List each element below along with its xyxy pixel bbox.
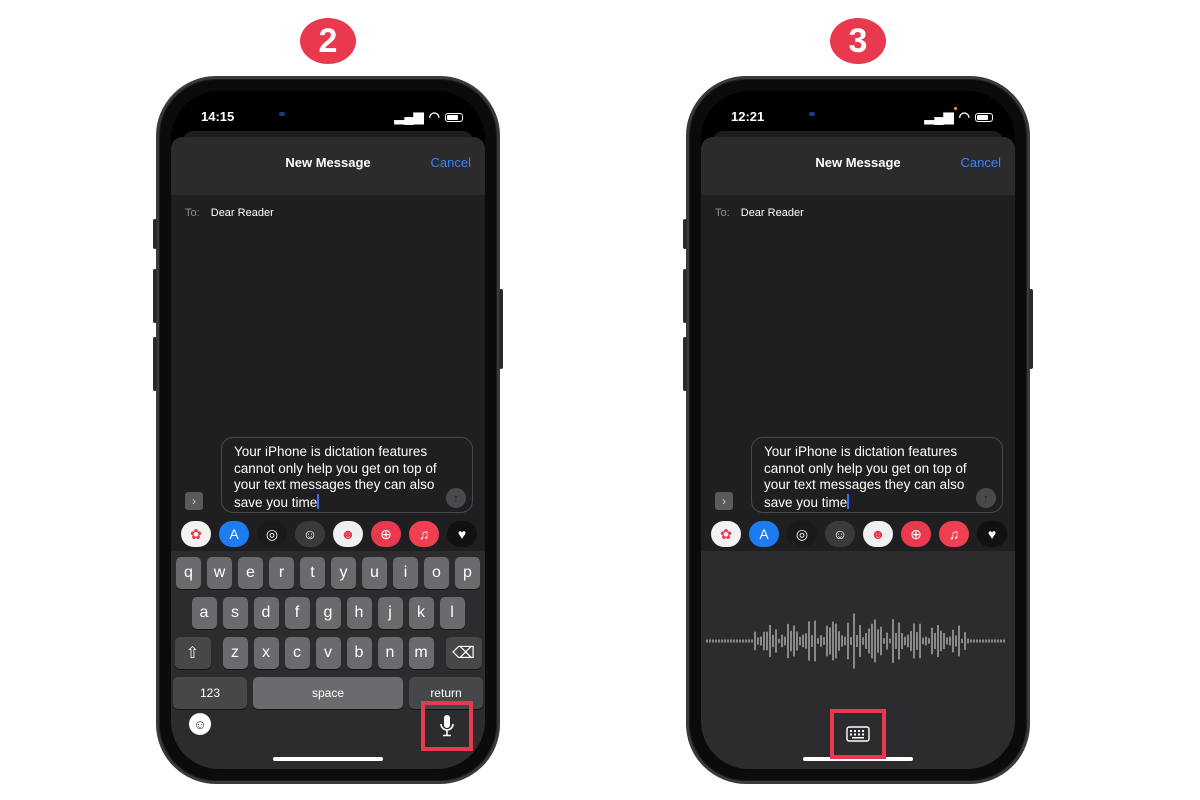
message-input[interactable]: Your iPhone is dictation features cannot… [221,437,473,513]
clock: 14:15 [201,109,235,124]
home-indicator [273,757,383,761]
key-u[interactable]: u [362,557,387,589]
key-q[interactable]: q [176,557,201,589]
expand-apps-button[interactable]: › [185,492,203,510]
key-e[interactable]: e [238,557,263,589]
key-p[interactable]: p [455,557,480,589]
key-z[interactable]: z [222,637,248,669]
delete-key[interactable]: ⌫ [445,637,482,669]
dictation-mic-button[interactable] [421,701,473,751]
app-activity-icon[interactable]: ◎ [787,521,817,547]
phone-step-2: 14:15 ▂▄▆ ◠ New Message Cancel To: Dear … [153,76,503,784]
key-a[interactable]: a [191,597,217,629]
status-bar: 14:15 ▂▄▆ ◠ [171,103,485,127]
battery-icon [445,112,463,122]
show-keyboard-button[interactable] [830,709,886,759]
new-message-sheet: New Message Cancel To: Dear Reader › You… [171,137,485,769]
key-i[interactable]: i [393,557,418,589]
app-strip: ✿ A ◎ ☺ ☻ ⊕ ♫ ♥ [701,521,1015,551]
step-badge-2: 2 [300,18,356,64]
signal-icon: ▂▄▆ [394,109,424,124]
key-l[interactable]: l [439,597,465,629]
nav-bar: New Message Cancel [701,137,1015,195]
cancel-button[interactable]: Cancel [431,155,471,170]
app-photos-icon[interactable]: ✿ [711,521,741,547]
phone-step-3: 12:21 ▂▄▆ ◠ New Message Cancel To: Dear … [683,76,1033,784]
emoji-button[interactable]: ☺ [189,713,211,735]
wifi-icon: ◠ [428,109,440,124]
to-label: To: [185,207,200,219]
key-d[interactable]: d [253,597,279,629]
screen: 14:15 ▂▄▆ ◠ New Message Cancel To: Dear … [171,91,485,769]
key-h[interactable]: h [346,597,372,629]
app-digital-touch-icon[interactable]: ♥ [447,521,477,547]
keyboard-icon [846,726,870,742]
app-music-icon[interactable]: ♫ [409,521,439,547]
app-digital-touch-icon[interactable]: ♥ [977,521,1007,547]
app-memoji-icon[interactable]: ☺ [825,521,855,547]
key-r[interactable]: r [269,557,294,589]
new-message-sheet: New Message Cancel To: Dear Reader › You… [701,137,1015,769]
app-activity-icon[interactable]: ◎ [257,521,287,547]
send-button[interactable]: ↑ [976,488,996,508]
signal-icon: ▂▄▆ [924,109,954,124]
arrow-up-icon: ↑ [983,490,989,505]
clock: 12:21 [731,109,765,124]
battery-icon [975,112,993,122]
key-b[interactable]: b [346,637,372,669]
key-s[interactable]: s [222,597,248,629]
shift-key[interactable]: ⇧ [174,637,211,669]
keyboard: qwertyuiop asdfghjkl ⇧ zxcvbnm ⌫ 123 spa… [171,551,485,769]
arrow-up-icon: ↑ [453,490,459,505]
app-strip: ✿ A ◎ ☺ ☻ ⊕ ♫ ♥ [171,521,485,551]
expand-apps-button[interactable]: › [715,492,733,510]
key-o[interactable]: o [424,557,449,589]
app-animoji-icon[interactable]: ☻ [863,521,893,547]
key-n[interactable]: n [377,637,403,669]
status-bar: 12:21 ▂▄▆ ◠ [701,103,1015,127]
text-caret [847,493,850,509]
app-animoji-icon[interactable]: ☻ [333,521,363,547]
app-photos-icon[interactable]: ✿ [181,521,211,547]
microphone-icon [440,715,454,737]
recipient: Dear Reader [740,207,804,219]
to-field[interactable]: To: Dear Reader [185,207,274,219]
key-v[interactable]: v [315,637,341,669]
recipient: Dear Reader [210,207,274,219]
key-w[interactable]: w [207,557,232,589]
keyboard-bottom-bar: ☺ [171,699,485,769]
key-y[interactable]: y [331,557,356,589]
key-k[interactable]: k [408,597,434,629]
text-caret [317,493,320,509]
send-button[interactable]: ↑ [446,488,466,508]
key-m[interactable]: m [408,637,434,669]
delete-icon: ⌫ [452,645,475,662]
shift-icon: ⇧ [185,645,200,662]
app-app-store-icon[interactable]: A [749,521,779,547]
emoji-icon: ☺ [193,716,207,732]
app-search-images-icon[interactable]: ⊕ [901,521,931,547]
message-input[interactable]: Your iPhone is dictation features cannot… [751,437,1003,513]
screen: 12:21 ▂▄▆ ◠ New Message Cancel To: Dear … [701,91,1015,769]
wifi-icon: ◠ [958,109,970,124]
to-label: To: [715,207,730,219]
key-x[interactable]: x [253,637,279,669]
app-search-images-icon[interactable]: ⊕ [371,521,401,547]
key-j[interactable]: j [377,597,403,629]
key-f[interactable]: f [284,597,310,629]
key-g[interactable]: g [315,597,341,629]
key-t[interactable]: t [300,557,325,589]
nav-bar: New Message Cancel [171,137,485,195]
dictation-panel [701,551,1015,769]
chevron-right-icon: › [192,494,196,508]
key-c[interactable]: c [284,637,310,669]
step-badge-3: 3 [830,18,886,64]
app-memoji-icon[interactable]: ☺ [295,521,325,547]
chevron-right-icon: › [722,494,726,508]
cancel-button[interactable]: Cancel [961,155,1001,170]
app-app-store-icon[interactable]: A [219,521,249,547]
audio-waveform [706,613,1005,669]
to-field[interactable]: To: Dear Reader [715,207,804,219]
app-music-icon[interactable]: ♫ [939,521,969,547]
